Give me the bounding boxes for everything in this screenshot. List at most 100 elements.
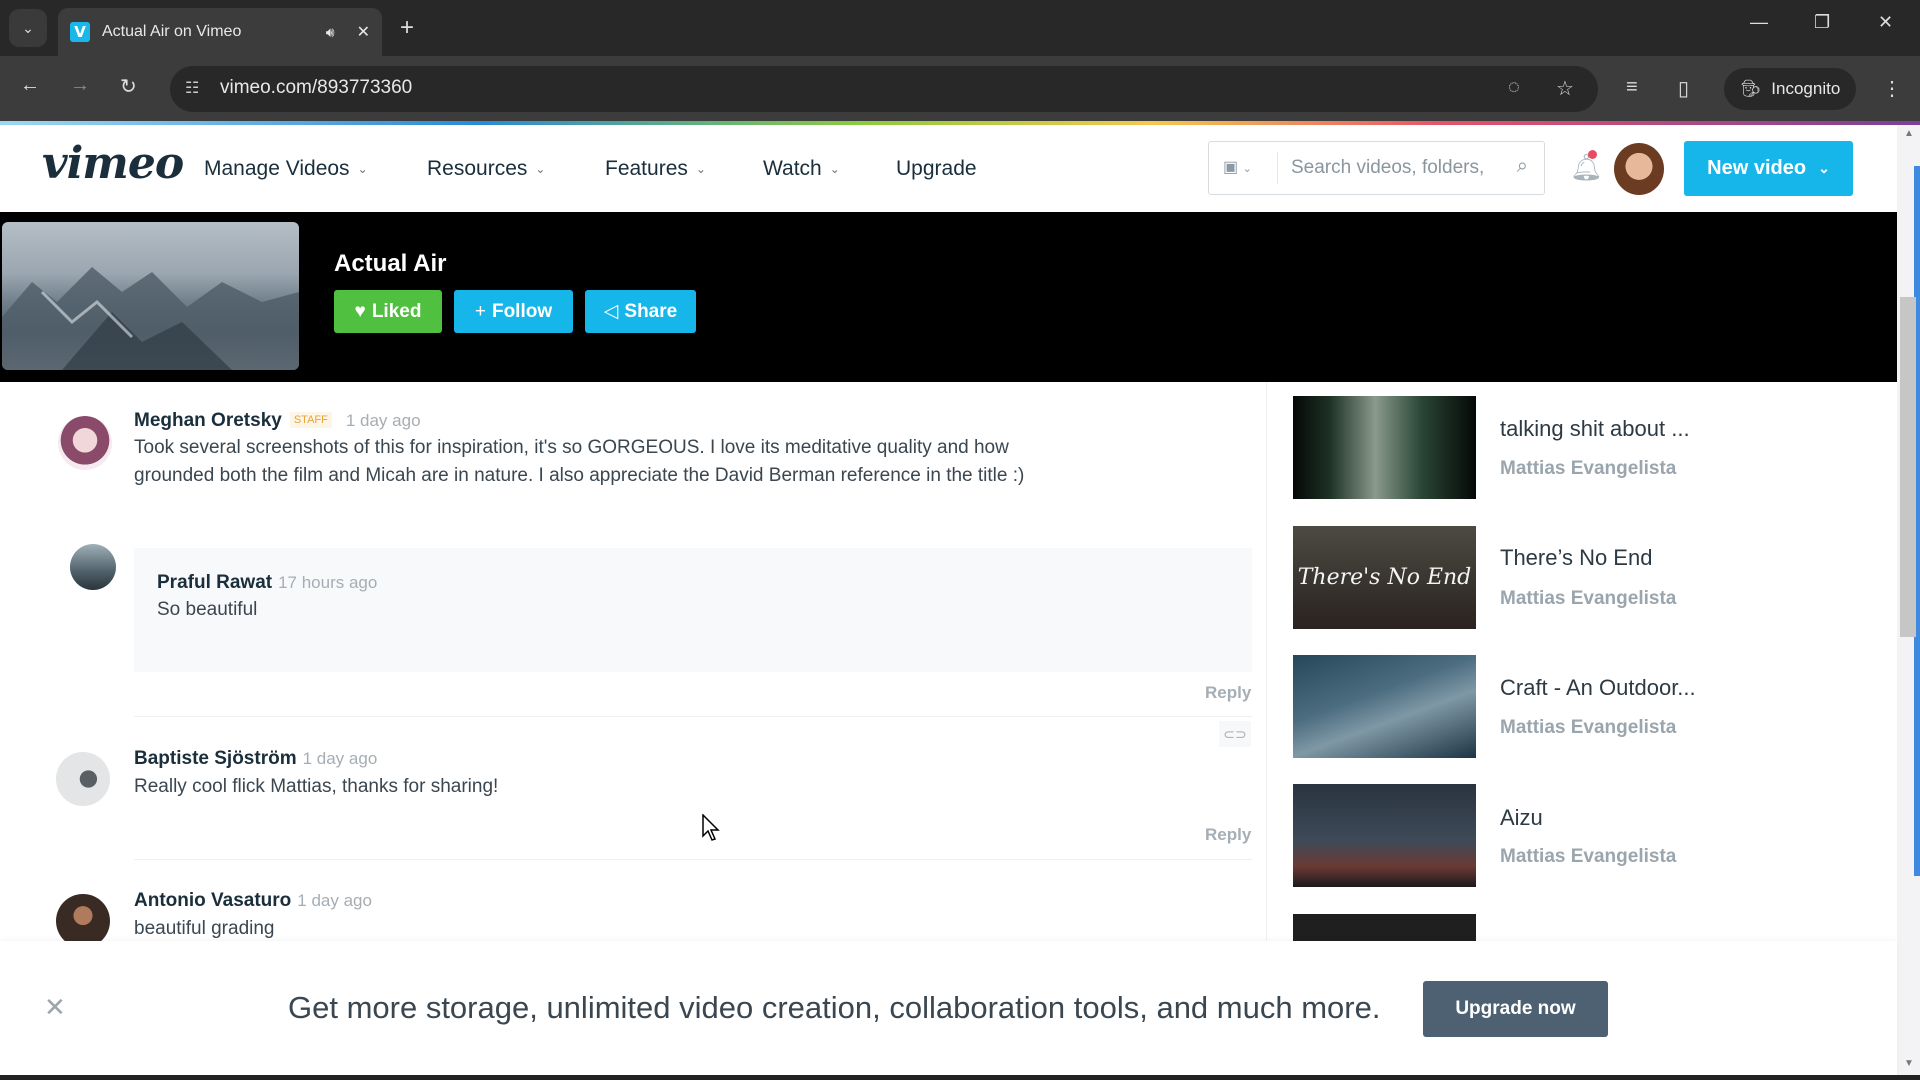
video-thumbnail[interactable]: [2, 222, 299, 370]
nav-features[interactable]: Features ⌄: [605, 157, 706, 181]
liked-button[interactable]: ♥ Liked: [334, 290, 442, 333]
heart-icon: ♥: [354, 300, 366, 322]
avatar[interactable]: [58, 416, 112, 470]
reload-icon: ↻: [120, 76, 137, 98]
author-name[interactable]: Baptiste Sjöström: [134, 748, 297, 769]
new-tab-button[interactable]: +: [400, 14, 414, 42]
nav-label: Resources: [427, 157, 528, 180]
permalink-button[interactable]: ⊂⊃: [1219, 721, 1251, 747]
back-button[interactable]: ←: [20, 74, 40, 97]
comment-time[interactable]: 1 day ago: [297, 891, 372, 910]
reply-link[interactable]: Reply: [1205, 683, 1251, 703]
author-name[interactable]: Meghan Oretsky: [134, 410, 282, 431]
comment-text: beautiful grading: [134, 918, 275, 939]
related-title[interactable]: Aizu: [1500, 805, 1543, 831]
minimize-button[interactable]: —: [1750, 12, 1768, 33]
comment-time[interactable]: 17 hours ago: [278, 573, 377, 592]
related-thumbnail[interactable]: [1293, 784, 1476, 887]
search-box: ▣ ⌄ ⌕: [1208, 141, 1545, 195]
staff-badge: STAFF: [289, 412, 332, 428]
avatar[interactable]: [56, 894, 110, 948]
related-title[interactable]: talking shit about ...: [1500, 416, 1690, 442]
search-input[interactable]: [1291, 154, 1501, 182]
video-title: Actual Air: [334, 250, 447, 277]
related-author[interactable]: Mattias Evangelista: [1500, 588, 1676, 610]
chevron-down-icon: ⌄: [695, 162, 706, 176]
comment-author[interactable]: Meghan Oretsky STAFF 1 day ago: [134, 410, 421, 432]
reply-link[interactable]: Reply: [1205, 825, 1251, 845]
nav-resources[interactable]: Resources ⌄: [427, 157, 545, 181]
notification-bell-icon[interactable]: 🔔︎: [1570, 152, 1603, 183]
author-name[interactable]: Praful Rawat: [157, 572, 272, 593]
mouse-cursor-icon: [702, 814, 720, 841]
avatar[interactable]: [70, 544, 116, 590]
incognito-label: Incognito: [1771, 79, 1841, 98]
share-label: Share: [624, 300, 678, 322]
chevron-down-icon: ⌄: [357, 162, 368, 176]
upgrade-now-button[interactable]: Upgrade now: [1423, 981, 1608, 1037]
bookmark-star-icon[interactable]: ☆: [1556, 76, 1574, 101]
banner-text: Get more storage, unlimited video creati…: [288, 990, 1381, 1025]
nav-label: Manage Videos: [204, 157, 350, 180]
related-title[interactable]: There’s No End: [1500, 545, 1652, 571]
related-thumbnail[interactable]: [1293, 396, 1476, 499]
user-avatar[interactable]: [1614, 143, 1664, 195]
site-info-icon[interactable]: ☷: [185, 78, 199, 98]
tab-search-button[interactable]: ⌄: [9, 9, 47, 47]
forward-button[interactable]: →: [70, 74, 90, 97]
related-author[interactable]: Mattias Evangelista: [1500, 717, 1676, 739]
kebab-menu-icon[interactable]: ⋮: [1882, 76, 1902, 101]
comment-time[interactable]: 1 day ago: [303, 749, 378, 768]
search-separator: [1277, 152, 1278, 184]
related-title[interactable]: Craft - An Outdoor...: [1500, 675, 1696, 701]
comment-text: Really cool flick Mattias, thanks for sh…: [134, 776, 499, 797]
chevron-down-icon: ⌄: [829, 162, 840, 176]
share-button[interactable]: ◁ Share: [585, 290, 696, 333]
author-name[interactable]: Antonio Vasaturo: [134, 890, 291, 911]
new-video-label: New video: [1707, 157, 1807, 179]
eye-off-icon[interactable]: ◌: [1508, 76, 1520, 99]
search-icon[interactable]: ⌕: [1517, 155, 1528, 178]
arrow-right-icon: →: [70, 74, 90, 96]
plus-icon: +: [474, 300, 486, 322]
scrollbar-thumb[interactable]: [1900, 297, 1916, 637]
nav-watch[interactable]: Watch ⌄: [763, 157, 840, 181]
vimeo-logo[interactable]: vimeo: [42, 138, 184, 189]
nav-manage-videos[interactable]: Manage Videos ⌄: [204, 157, 368, 181]
scroll-down-arrow-icon[interactable]: ▼: [1904, 1058, 1914, 1069]
comment-author[interactable]: Baptiste Sjöström 1 day ago: [134, 748, 377, 770]
nav-upgrade[interactable]: Upgrade: [896, 157, 977, 181]
video-icon: ▣: [1223, 159, 1239, 176]
chevron-down-icon: ⌄: [535, 162, 546, 176]
comment-time[interactable]: 1 day ago: [346, 411, 421, 430]
media-queue-icon[interactable]: ≡: [1626, 76, 1638, 99]
related-thumbnail[interactable]: There's No End: [1293, 526, 1476, 629]
close-banner-icon[interactable]: ✕: [44, 992, 66, 1023]
comment-divider: [134, 716, 1252, 717]
restore-button[interactable]: ❐: [1814, 12, 1830, 33]
related-author[interactable]: Mattias Evangelista: [1500, 458, 1676, 480]
comment-line: grounded both the film and Micah are in …: [134, 465, 1025, 486]
avatar[interactable]: [56, 752, 110, 806]
link-icon: ⊂⊃: [1223, 725, 1247, 742]
close-window-button[interactable]: ✕: [1878, 12, 1893, 33]
reload-button[interactable]: ↻: [120, 74, 137, 99]
url-text[interactable]: vimeo.com/893773360: [220, 77, 412, 99]
nav-label: Features: [605, 157, 688, 180]
scroll-up-arrow-icon[interactable]: ▲: [1904, 128, 1914, 139]
column-divider: [1266, 382, 1267, 942]
send-icon: ◁: [603, 301, 619, 322]
new-video-button[interactable]: New video ⌄: [1684, 141, 1853, 196]
side-panel-icon[interactable]: ▯: [1678, 76, 1689, 101]
incognito-indicator[interactable]: 🕵︎ Incognito: [1724, 68, 1856, 110]
comment-author[interactable]: Antonio Vasaturo 1 day ago: [134, 890, 372, 912]
related-author[interactable]: Mattias Evangelista: [1500, 846, 1676, 868]
speaker-icon[interactable]: 🔊︎: [326, 24, 335, 41]
related-thumbnail[interactable]: [1293, 914, 1476, 942]
video-filter-dropdown[interactable]: ▣ ⌄: [1223, 157, 1252, 177]
browser-tab[interactable]: V Actual Air on Vimeo 🔊︎ ✕: [58, 8, 382, 56]
follow-button[interactable]: + Follow: [454, 290, 573, 333]
related-thumbnail[interactable]: [1293, 655, 1476, 758]
close-tab-icon[interactable]: ✕: [357, 22, 370, 42]
reply-author[interactable]: Praful Rawat 17 hours ago: [157, 572, 377, 594]
